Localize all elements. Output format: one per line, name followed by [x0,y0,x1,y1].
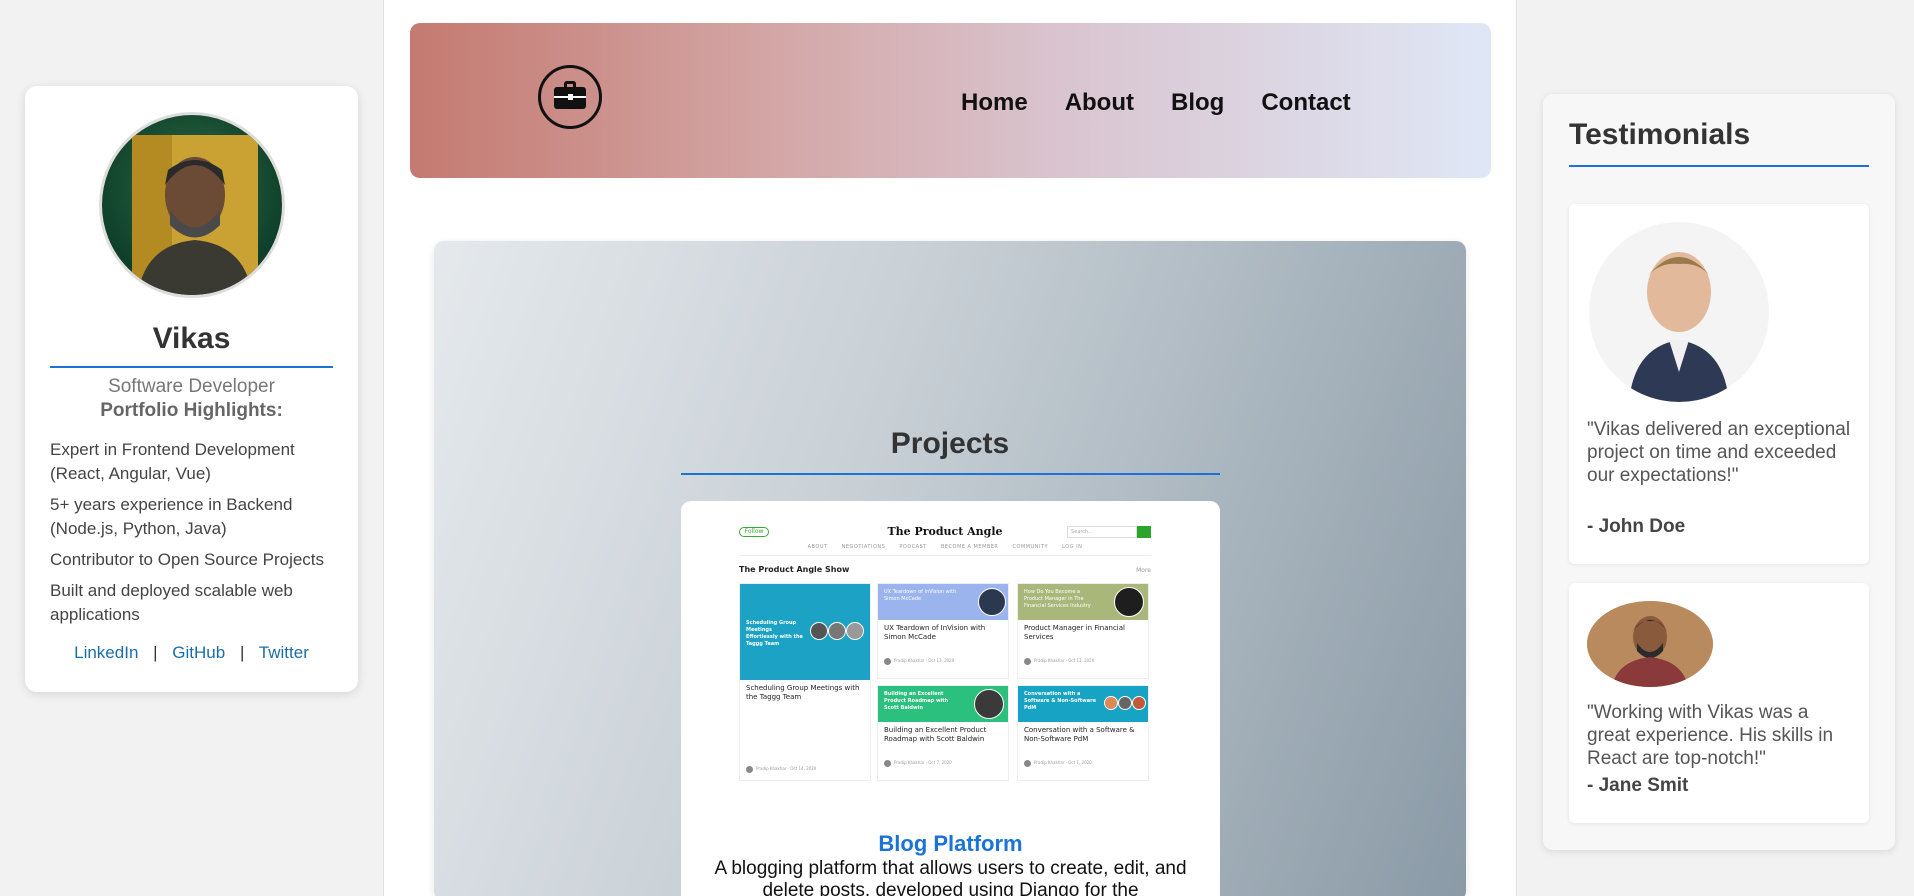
guest-avatar [846,622,864,640]
tile-title: Building an Excellent Product Roadmap wi… [884,726,987,743]
screenshot-search: Search... [1067,526,1137,538]
projects-section: Projects Follow The Product Angle Search… [434,241,1466,896]
separator: | [239,643,245,662]
screenshot-menu-item: PODCAST [899,544,927,550]
testimonials-heading: Testimonials [1569,118,1751,151]
screenshot-more: More [1136,567,1151,574]
twitter-link[interactable]: Twitter [259,643,309,662]
tile-meta: Pradip Khakhar · Oct 13, 2020 [1018,654,1148,665]
project-title[interactable]: Blog Platform [681,831,1220,857]
tile-image: How Do You Become a Product Manager in T… [1018,584,1148,620]
testimonial-author: - John Doe [1587,516,1686,537]
divider [50,366,333,368]
tile-image-text: Conversation with a Software & Non-Softw… [1024,691,1096,711]
tile-title: Scheduling Group Meetings with the Taggg… [746,684,860,701]
nav-about[interactable]: About [1065,89,1134,117]
testimonial-avatar [1589,222,1769,402]
testimonial-card: "Working with Vikas was a great experien… [1569,583,1869,823]
tile-meta: Pradip Khakhar · Oct 14, 2020 [740,762,870,773]
testimonials-panel: Testimonials "Vikas delivered an excepti… [1543,94,1895,850]
tile-image: Scheduling Group Meetings Effortlessly w… [740,584,870,680]
projects-heading: Projects [890,427,1010,460]
profile-name: Vikas [152,322,231,355]
tile-image: Building an Excellent Product Roadmap wi… [878,686,1008,722]
tile-title: Conversation with a Software & Non-Softw… [1024,726,1135,743]
screenshot-section-title: The Product Angle Show [739,565,850,574]
project-screenshot: Follow The Product Angle Search... ABOUT… [739,525,1151,823]
testimonial-author: - Jane Smit [1587,775,1689,796]
guest-avatar [1114,587,1144,617]
profile-avatar [98,112,285,298]
main-content: Home About Blog Contact Projects Follow … [383,0,1517,896]
nav-blog[interactable]: Blog [1171,89,1224,117]
screenshot-menu-item: NEGOTIATIONS [841,544,886,550]
guest-avatar [828,622,846,640]
divider [1569,165,1869,167]
project-card[interactable]: Follow The Product Angle Search... ABOUT… [681,501,1220,896]
screenshot-tile: Conversation with a Software & Non-Softw… [1017,685,1149,781]
screenshot-menu-item: LOG IN [1062,544,1083,550]
highlight-item: 5+ years experience in Backend (Node.js,… [50,495,293,538]
social-links: LinkedIn | GitHub | Twitter [25,643,358,663]
profile-card: Vikas Software Developer Portfolio Highl… [25,86,358,692]
tile-image-text: Scheduling Group Meetings Effortlessly w… [746,620,803,647]
nav-contact[interactable]: Contact [1261,89,1350,117]
tile-image: Conversation with a Software & Non-Softw… [1018,686,1148,722]
screenshot-tile: Scheduling Group Meetings Effortlessly w… [739,583,871,781]
highlights-list: Expert in Frontend Development (React, A… [25,438,358,627]
screenshot-menu-item: ABOUT [807,544,828,550]
testimonial-quote: "Vikas delivered an exceptional project … [1587,419,1851,486]
guest-avatar [978,588,1006,616]
testimonial-avatar [1587,601,1713,687]
highlight-item: Expert in Frontend Development (React, A… [50,440,295,483]
linkedin-link[interactable]: LinkedIn [74,643,138,662]
testimonial-card: "Vikas delivered an exceptional project … [1569,204,1869,564]
search-icon [1137,526,1151,538]
tile-image: UX Teardown of InVision with Simon McCad… [878,584,1008,620]
screenshot-tile: How Do You Become a Product Manager in T… [1017,583,1149,679]
highlight-item: Contributor to Open Source Projects [50,550,325,569]
tile-meta: Pradip Khakhar · Oct 1, 2020 [1018,756,1148,767]
divider [739,555,1151,556]
guest-avatar [1104,696,1118,710]
screenshot-menu-item: BECOME A MEMBER [940,544,999,550]
project-description: A blogging platform that allows users to… [714,858,1187,896]
screenshot-menu: ABOUT NEGOTIATIONS PODCAST BECOME A MEMB… [739,544,1151,550]
separator: | [153,643,158,662]
tile-meta: Pradip Khakhar · Oct 13, 2020 [878,654,1008,665]
highlight-item: Built and deployed scalable web applicat… [50,581,293,624]
navbar: Home About Blog Contact [410,23,1491,178]
github-link[interactable]: GitHub [172,643,225,662]
tile-title: UX Teardown of InVision with Simon McCad… [884,624,986,641]
tile-title: Product Manager in Financial Services [1024,624,1125,641]
briefcase-icon[interactable] [538,65,602,129]
screenshot-menu-item: COMMUNITY [1012,544,1049,550]
divider [681,473,1220,475]
nav-menu: Home About Blog Contact [961,89,1351,117]
screenshot-tile: Building an Excellent Product Roadmap wi… [877,685,1009,781]
screenshot-tile: UX Teardown of InVision with Simon McCad… [877,583,1009,679]
tile-image-text: Building an Excellent Product Roadmap wi… [884,691,949,711]
guest-avatar [974,689,1004,719]
guest-avatar [810,622,828,640]
testimonial-quote: "Working with Vikas was a great experien… [1587,702,1834,769]
briefcase-lock [568,94,573,100]
tile-image-text: How Do You Become a Product Manager in T… [1024,589,1091,609]
tile-image-text: UX Teardown of InVision with Simon McCad… [884,589,957,602]
profile-role: Software Developer [108,376,275,397]
nav-home[interactable]: Home [961,89,1028,117]
guest-avatar [1132,696,1146,710]
guest-avatar [1118,696,1132,710]
highlights-heading: Portfolio Highlights: [100,400,283,421]
tile-meta: Pradip Khakhar · Oct 7, 2020 [878,756,1008,767]
